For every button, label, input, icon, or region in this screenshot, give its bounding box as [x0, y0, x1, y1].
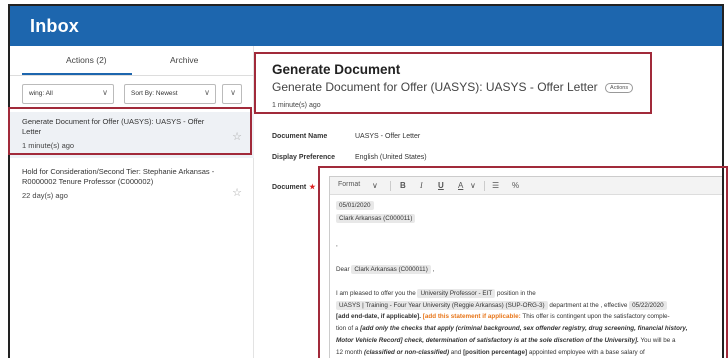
document-label-text: Document	[272, 184, 307, 191]
required-star-icon: ★	[309, 184, 316, 191]
chevron-down-icon: ∨	[204, 88, 210, 97]
document-name-value: UASYS - Offer Letter	[355, 133, 421, 140]
page-title: Inbox	[30, 16, 79, 36]
inbox-item[interactable]: Hold for Consideration/Second Tier: Step…	[10, 162, 254, 222]
document-label: Document ★	[272, 183, 316, 191]
inbox-item-time: 22 day(s) ago	[22, 191, 68, 200]
divider	[10, 75, 254, 76]
display-preference-value: English (United States)	[355, 154, 427, 161]
filter-bar: wing: All ∨ Sort By: Newest ∨ ∨	[10, 84, 254, 106]
tab-actions[interactable]: Actions (2)	[66, 55, 107, 65]
display-preference-label: Display Preference	[272, 154, 336, 161]
document-name-label: Document Name	[272, 133, 328, 140]
sort-dropdown[interactable]: Sort By: Newest ∨	[124, 84, 216, 104]
group-filter-value: wing: All	[29, 90, 53, 97]
tab-archive[interactable]: Archive	[170, 55, 198, 65]
filter-options-button[interactable]: ∨	[222, 84, 242, 104]
sort-value: Sort By: Newest	[131, 90, 178, 97]
inbox-list-panel: Actions (2) Archive wing: All ∨ Sort By:…	[10, 46, 254, 358]
highlight-box	[318, 166, 728, 358]
top-bar: Inbox	[10, 6, 722, 46]
inbox-item-title: Hold for Consideration/Second Tier: Step…	[22, 167, 215, 186]
group-filter-dropdown[interactable]: wing: All ∨	[22, 84, 114, 104]
inbox-tabs: Actions (2) Archive	[10, 46, 254, 76]
highlight-box	[8, 107, 252, 155]
chevron-down-icon: ∨	[102, 88, 108, 97]
chevron-down-icon: ∨	[230, 88, 236, 97]
star-icon[interactable]: ☆	[232, 186, 242, 199]
highlight-box	[254, 52, 652, 114]
